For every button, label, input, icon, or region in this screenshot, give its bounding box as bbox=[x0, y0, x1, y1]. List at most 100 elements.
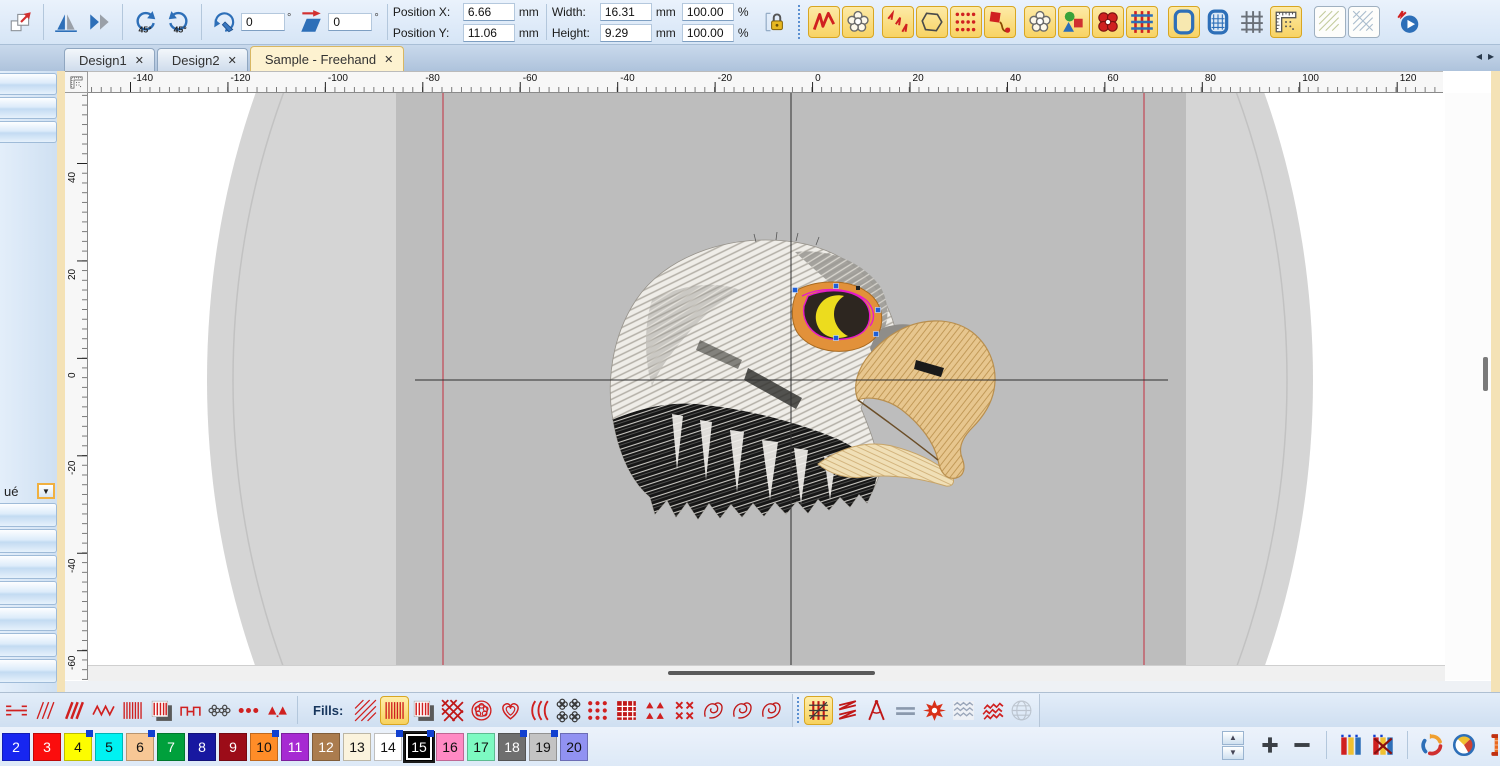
flower-motif-run-icon[interactable] bbox=[205, 696, 234, 725]
star-fill-icon[interactable] bbox=[920, 696, 949, 725]
tab-close-icon[interactable]: ✕ bbox=[135, 54, 144, 67]
sidebar-button-bottom-5[interactable] bbox=[0, 607, 57, 631]
vertical-scrollbar[interactable] bbox=[1445, 93, 1491, 680]
raised-satin-border-icon[interactable] bbox=[147, 696, 176, 725]
hatch-fill-icon[interactable] bbox=[351, 696, 380, 725]
motif-cluster-tool-icon[interactable] bbox=[1092, 6, 1124, 38]
digitize-run-icon[interactable] bbox=[808, 6, 840, 38]
palette-color-5[interactable]: 5 bbox=[95, 733, 123, 761]
sidebar-button-top-3[interactable] bbox=[0, 121, 57, 143]
tab-design1[interactable]: Design1✕ bbox=[64, 48, 155, 71]
bead-run-icon[interactable] bbox=[234, 696, 263, 725]
width-percent-input[interactable] bbox=[682, 3, 734, 21]
grid-fill-icon[interactable] bbox=[612, 696, 641, 725]
pattern-stamp-icon[interactable] bbox=[950, 6, 982, 38]
sidebar-button-bottom-6[interactable] bbox=[0, 633, 57, 657]
weave-grid-tool-icon[interactable] bbox=[1126, 6, 1158, 38]
skew-angle-input[interactable] bbox=[328, 13, 372, 31]
swirl-fill-3-icon[interactable] bbox=[757, 696, 786, 725]
wave-texture-fill-icon[interactable] bbox=[949, 696, 978, 725]
sidebar-button-bottom-3[interactable] bbox=[0, 555, 57, 579]
tab-close-icon[interactable]: ✕ bbox=[228, 54, 237, 67]
color-wheel-icon[interactable] bbox=[1449, 730, 1479, 760]
sidebar-button-bottom-7[interactable] bbox=[0, 659, 57, 683]
palette-color-20[interactable]: 20 bbox=[560, 733, 588, 761]
sidebar-button-top-1[interactable] bbox=[0, 73, 57, 95]
stepper-down-icon[interactable]: ▼ bbox=[1222, 746, 1244, 760]
vertical-scroll-thumb[interactable] bbox=[1483, 357, 1488, 391]
applique-tool-icon[interactable] bbox=[984, 6, 1016, 38]
horizontal-ruler[interactable]: -140-120-100-80-60-40-20020406080100120 bbox=[88, 71, 1443, 93]
skew-icon[interactable] bbox=[295, 6, 327, 38]
stepper-up-icon[interactable]: ▲ bbox=[1222, 731, 1244, 745]
palette-color-11[interactable]: 11 bbox=[281, 733, 309, 761]
zoom-out-icon[interactable] bbox=[1287, 730, 1317, 760]
triangle-motif-run-icon[interactable] bbox=[263, 696, 292, 725]
rotate-cw-45-icon[interactable] bbox=[163, 6, 195, 38]
dot-fill-icon[interactable] bbox=[583, 696, 612, 725]
sidebar-button-top-2[interactable] bbox=[0, 97, 57, 119]
background-fabric-light-icon[interactable] bbox=[1314, 6, 1346, 38]
palette-color-12[interactable]: 12 bbox=[312, 733, 340, 761]
palette-color-9[interactable]: 9 bbox=[219, 733, 247, 761]
swirl-fill-1-icon[interactable] bbox=[699, 696, 728, 725]
wave-fill-icon[interactable] bbox=[525, 696, 554, 725]
swirl-fill-2-icon[interactable] bbox=[728, 696, 757, 725]
hoop-template-toggle-icon[interactable] bbox=[1202, 6, 1234, 38]
sidebar-button-bottom-4[interactable] bbox=[0, 581, 57, 605]
cycle-used-colors-icon[interactable] bbox=[1417, 730, 1447, 760]
blanket-stitch-icon[interactable] bbox=[176, 696, 205, 725]
ruler-guides-toggle-icon[interactable] bbox=[1270, 6, 1302, 38]
triple-run-icon[interactable] bbox=[60, 696, 89, 725]
hide-unused-colors-icon[interactable] bbox=[1368, 730, 1398, 760]
tab-scroll-right-icon[interactable]: ▸ bbox=[1488, 49, 1494, 63]
palette-color-3[interactable]: 3 bbox=[33, 733, 61, 761]
palette-color-14[interactable]: 14 bbox=[374, 733, 402, 761]
sidebar-button-bottom-2[interactable] bbox=[0, 529, 57, 553]
weave-fill-icon[interactable] bbox=[438, 696, 467, 725]
cross-motif-fill-icon[interactable] bbox=[670, 696, 699, 725]
thread-spool-icon[interactable] bbox=[1484, 730, 1498, 760]
palette-color-16[interactable]: 16 bbox=[436, 733, 464, 761]
tab-design2[interactable]: Design2✕ bbox=[157, 48, 248, 71]
lock-proportions-icon[interactable] bbox=[761, 6, 793, 38]
horizontal-scroll-thumb[interactable] bbox=[668, 671, 875, 675]
motif-run-icon[interactable] bbox=[2, 696, 31, 725]
ruler-origin-button[interactable] bbox=[65, 71, 88, 93]
tab-scroll-left-icon[interactable]: ◂ bbox=[1476, 49, 1482, 63]
digitize-polygon-icon[interactable] bbox=[916, 6, 948, 38]
zoom-in-icon[interactable] bbox=[1255, 730, 1285, 760]
position-y-input[interactable] bbox=[463, 24, 515, 42]
heart-motif-fill-icon[interactable] bbox=[496, 696, 525, 725]
show-hoop-toggle-icon[interactable] bbox=[1168, 6, 1200, 38]
compass-fill-icon[interactable] bbox=[862, 696, 891, 725]
palette-color-18[interactable]: 18 bbox=[498, 733, 526, 761]
background-fabric-dense-icon[interactable] bbox=[1348, 6, 1380, 38]
palette-color-10[interactable]: 10 bbox=[250, 733, 278, 761]
palette-color-8[interactable]: 8 bbox=[188, 733, 216, 761]
mirror-vertical-icon[interactable] bbox=[50, 6, 82, 38]
zigzag-stitch-icon[interactable] bbox=[89, 696, 118, 725]
design-canvas[interactable] bbox=[88, 93, 1445, 665]
height-input[interactable] bbox=[600, 24, 652, 42]
stitch-player-icon[interactable] bbox=[1392, 6, 1424, 38]
grid-toggle-icon[interactable] bbox=[1236, 6, 1268, 38]
rotate-free-icon[interactable] bbox=[208, 6, 240, 38]
vertical-ruler[interactable]: 40200-20-40-60 bbox=[65, 93, 88, 680]
width-input[interactable] bbox=[600, 3, 652, 21]
palette-color-15[interactable]: 15 bbox=[405, 733, 433, 761]
zigzag-fill-icon[interactable] bbox=[833, 696, 862, 725]
rotate-ccw-45-icon[interactable] bbox=[129, 6, 161, 38]
eye-object-selected[interactable] bbox=[792, 282, 881, 351]
quatrefoil-motif-fill-icon[interactable] bbox=[554, 696, 583, 725]
clipart-shapes-tool-icon[interactable] bbox=[1058, 6, 1090, 38]
toolbar-handle[interactable] bbox=[797, 697, 800, 723]
rosette-fill-icon[interactable] bbox=[467, 696, 496, 725]
toolbar-handle[interactable] bbox=[798, 5, 801, 39]
sidebar-dropdown-button[interactable]: ▼ bbox=[37, 483, 55, 499]
tab-sample-freehand[interactable]: Sample - Freehand✕ bbox=[250, 46, 405, 71]
palette-color-6[interactable]: 6 bbox=[126, 733, 154, 761]
palette-color-17[interactable]: 17 bbox=[467, 733, 495, 761]
digitize-shape-icon[interactable] bbox=[842, 6, 874, 38]
satin-border-icon[interactable] bbox=[118, 696, 147, 725]
